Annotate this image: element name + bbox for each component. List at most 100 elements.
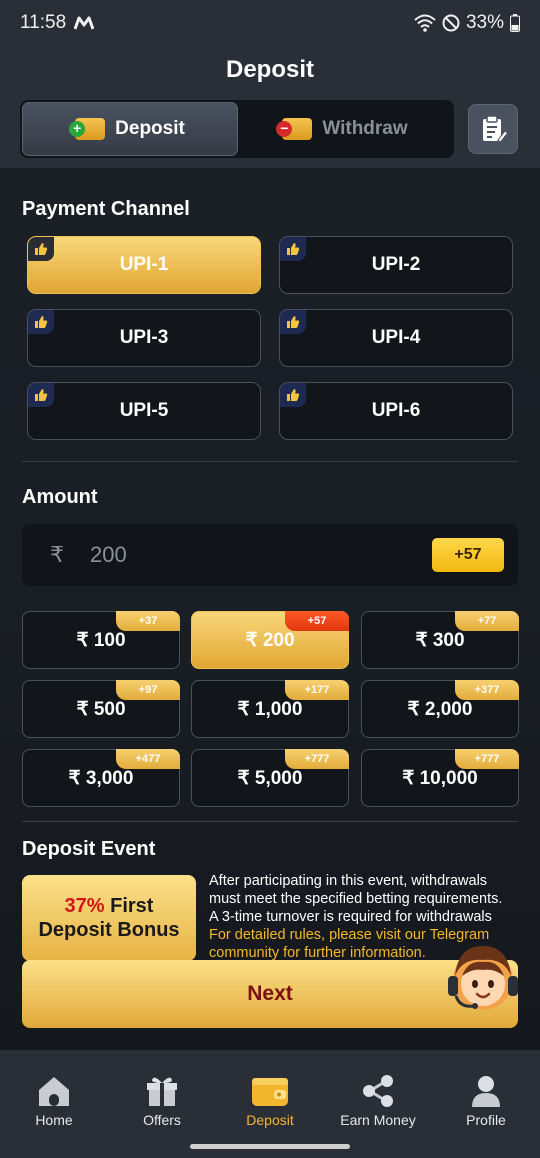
nav-home-label: Home (35, 1112, 73, 1128)
gesture-area (0, 1138, 540, 1158)
channel-label: UPI-3 (119, 327, 169, 348)
deposit-event-title: Deposit Event (22, 838, 156, 860)
deposit-content: Payment Channel UPI-1 UPI-2 UPI-3 UPI-4 (0, 168, 540, 1050)
preset-bonus-tag: +777 (455, 749, 519, 769)
header: Deposit + Deposit − Withdraw (0, 46, 540, 168)
channel-label: UPI-4 (371, 327, 421, 348)
preset-amount-button[interactable]: +37 ₹ 100 (22, 611, 180, 669)
home-gesture-bar[interactable] (190, 1144, 350, 1149)
clipboard-icon (483, 115, 508, 143)
page-title: Deposit (225, 56, 314, 83)
preset-amount-button[interactable]: +177 ₹ 1,000 (191, 680, 349, 738)
deposit-wallet-icon: + (69, 118, 106, 140)
home-icon (39, 1077, 69, 1106)
wallet-icon (252, 1078, 288, 1106)
status-time: 11:58 (20, 12, 67, 33)
channel-label: UPI-1 (119, 254, 169, 275)
channel-label: UPI-2 (371, 254, 421, 275)
nav-deposit[interactable]: Deposit (216, 1050, 324, 1138)
preset-amount-button[interactable]: +777 ₹ 10,000 (361, 749, 519, 807)
payment-channel-title: Payment Channel (22, 198, 190, 220)
preset-amount-button[interactable]: +377 ₹ 2,000 (361, 680, 519, 738)
nav-earn-money-label: Earn Money (340, 1112, 416, 1128)
thumbs-up-icon (28, 237, 54, 261)
divider (22, 821, 518, 822)
rupee-icon: ₹ (50, 542, 64, 567)
status-right: 33% (414, 12, 520, 34)
status-bar: 11:58 33% (0, 0, 540, 46)
event-card-line1: 37% First (22, 894, 196, 918)
preset-amount-button[interactable]: +477 ₹ 3,000 (22, 749, 180, 807)
bottom-navigation: Home Offers Deposit Earn Money Profile (0, 1050, 540, 1138)
preset-amount-button[interactable]: +97 ₹ 500 (22, 680, 180, 738)
event-card-percent: 37% (64, 895, 105, 917)
amount-input[interactable]: ₹ 200 +57 (22, 524, 518, 586)
preset-label: ₹ 2,000 (407, 698, 473, 720)
channel-label: UPI-6 (371, 400, 421, 421)
tab-deposit[interactable]: + Deposit (22, 102, 238, 156)
preset-bonus-tag: +777 (285, 749, 349, 769)
deposit-withdraw-tabs: + Deposit − Withdraw (20, 100, 454, 158)
preset-label: ₹ 5,000 (237, 767, 303, 789)
channel-upi-4[interactable]: UPI-4 (279, 309, 513, 367)
thumbs-up-icon (280, 237, 306, 261)
tab-withdraw[interactable]: − Withdraw (238, 102, 452, 156)
status-left: 11:58 (20, 12, 95, 34)
preset-amount-button[interactable]: +57 ₹ 200 (191, 611, 349, 669)
first-deposit-bonus-card[interactable]: 37% First Deposit Bonus (22, 875, 196, 961)
event-card-line2: Deposit Bonus (38, 919, 180, 941)
app-notification-icon (74, 16, 95, 30)
preset-bonus-tag: +77 (455, 611, 519, 631)
preset-bonus-tag: +97 (116, 680, 180, 700)
channel-upi-3[interactable]: UPI-3 (27, 309, 261, 367)
amount-value[interactable]: 200 (90, 542, 127, 568)
wifi-icon (414, 14, 436, 32)
do-not-disturb-icon (442, 14, 460, 32)
battery-percent: 33% (465, 12, 504, 33)
nav-offers-label: Offers (143, 1112, 181, 1128)
customer-support-avatar-icon[interactable] (438, 938, 528, 1018)
channel-upi-2[interactable]: UPI-2 (279, 236, 513, 294)
amount-bonus-badge: +57 (432, 538, 504, 572)
preset-label: ₹ 10,000 (402, 767, 478, 789)
gift-icon (147, 1077, 177, 1106)
preset-bonus-tag: +57 (285, 611, 349, 631)
preset-label: ₹ 3,000 (68, 767, 134, 789)
channel-upi-5[interactable]: UPI-5 (27, 382, 261, 440)
tab-deposit-label: Deposit (115, 118, 185, 139)
preset-bonus-tag: +177 (285, 680, 349, 700)
profile-icon (472, 1076, 500, 1107)
event-card-line1-rest: First (104, 895, 154, 917)
nav-profile-label: Profile (466, 1112, 506, 1128)
thumbs-up-icon (280, 383, 306, 407)
preset-bonus-tag: +37 (116, 611, 180, 631)
battery-icon (510, 14, 520, 32)
nav-earn-money[interactable]: Earn Money (324, 1050, 432, 1138)
tab-withdraw-label: Withdraw (322, 118, 408, 139)
nav-offers[interactable]: Offers (108, 1050, 216, 1138)
channel-upi-1[interactable]: UPI-1 (27, 236, 261, 294)
thumbs-up-icon (280, 310, 306, 334)
event-text-rules: After participating in this event, withd… (209, 873, 503, 925)
channel-label: UPI-5 (119, 400, 169, 421)
preset-bonus-tag: +477 (116, 749, 180, 769)
preset-bonus-tag: +377 (455, 680, 519, 700)
divider (22, 461, 518, 462)
nav-profile[interactable]: Profile (432, 1050, 540, 1138)
preset-label: ₹ 100 (76, 629, 126, 651)
preset-label: ₹ 1,000 (237, 698, 303, 720)
amount-title: Amount (22, 486, 98, 508)
thumbs-up-icon (28, 310, 54, 334)
withdraw-wallet-icon: − (276, 118, 313, 140)
history-button[interactable] (468, 104, 518, 154)
preset-label: ₹ 300 (415, 629, 465, 651)
share-icon (363, 1075, 393, 1107)
thumbs-up-icon (28, 383, 54, 407)
nav-home[interactable]: Home (0, 1050, 108, 1138)
preset-amount-button[interactable]: +77 ₹ 300 (361, 611, 519, 669)
preset-amount-button[interactable]: +777 ₹ 5,000 (191, 749, 349, 807)
preset-label: ₹ 200 (245, 629, 295, 651)
preset-label: ₹ 500 (76, 698, 126, 720)
nav-deposit-label: Deposit (246, 1112, 294, 1128)
channel-upi-6[interactable]: UPI-6 (279, 382, 513, 440)
